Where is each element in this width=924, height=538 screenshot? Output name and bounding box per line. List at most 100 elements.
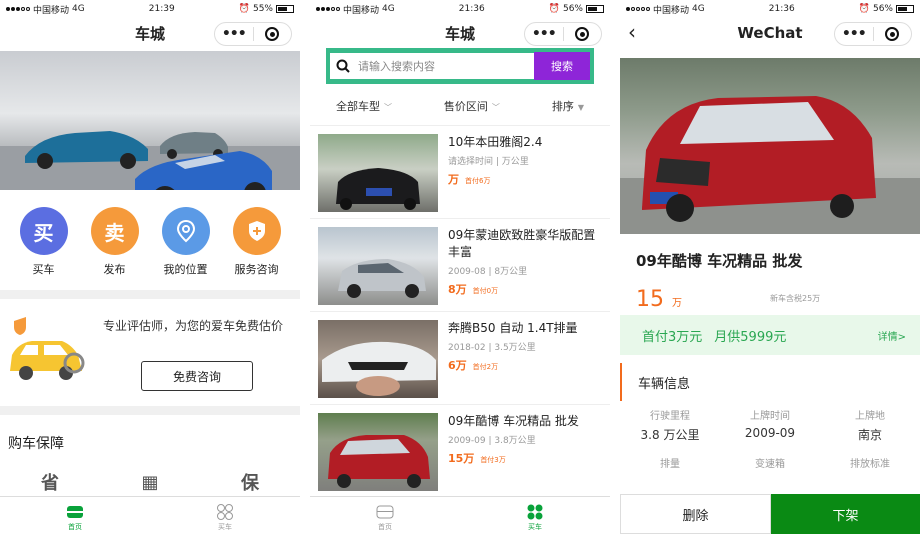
down-payment: 首付3万元 — [642, 329, 703, 345]
listing-price: 8万 — [448, 283, 467, 296]
car-detail-screen: 中国移动 4G 21:36 ⏰ 56% ‹ WeChat ••• 09年酷博 车… — [620, 0, 920, 538]
service-consult-button[interactable]: 服务咨询 — [227, 207, 287, 290]
price-unit: 万 — [672, 298, 682, 309]
banner-cars-image — [0, 131, 300, 190]
signal-icon — [626, 7, 650, 11]
battery-percent: 55% — [252, 4, 273, 14]
battery-icon — [275, 5, 294, 13]
spec-label: 上牌时间 — [750, 411, 790, 422]
home-tab-icon — [67, 505, 83, 518]
listing-title: 09年酷博 车况精品 批发 — [448, 414, 579, 428]
search-placeholder: 请输入搜索内容 — [358, 60, 435, 73]
listing-down-payment: 首付6万 — [465, 177, 491, 185]
list-item[interactable]: 奔腾B50 自动 1.4T排量 2018-02 | 3.5万公里 6万 首付2万 — [310, 312, 610, 405]
spec-label: 上牌地 — [855, 411, 885, 422]
listing-title: 10年本田雅阁2.4 — [448, 135, 543, 149]
my-location-button[interactable]: 我的位置 — [156, 207, 216, 290]
target-icon — [265, 27, 280, 41]
network-label: 4G — [72, 4, 85, 14]
target-icon — [575, 27, 590, 41]
hero-banner[interactable] — [0, 51, 300, 190]
battery-percent: 56% — [562, 4, 583, 14]
mini-program-capsule: ••• — [214, 22, 292, 46]
carrier-label: 中国移动 — [33, 5, 70, 16]
location-pin-icon — [161, 207, 210, 255]
more-menu-button[interactable]: ••• — [215, 26, 253, 42]
clock: 21:36 — [458, 4, 485, 14]
car-thumbnail — [318, 227, 438, 305]
more-menu-button[interactable]: ••• — [525, 26, 563, 42]
monthly-payment: 月供5999元 — [714, 329, 787, 345]
carrier-label: 中国移动 — [343, 5, 380, 16]
clover-tab-icon — [217, 503, 233, 520]
price-value: 15 — [636, 287, 664, 312]
close-mini-program-button[interactable] — [254, 27, 292, 41]
clock: 21:39 — [148, 4, 175, 14]
guarantee-icons: 省 ▦ 保 — [0, 453, 300, 499]
listing-down-payment: 首付0万 — [472, 287, 499, 295]
filter-car-type[interactable]: 全部车型 ﹀ — [336, 98, 392, 114]
tab-home-label: 首页 — [378, 522, 392, 531]
listing-price: 15万 — [448, 452, 475, 465]
search-input[interactable]: 请输入搜索内容 — [330, 53, 534, 79]
back-arrow-icon[interactable]: ‹ — [628, 20, 636, 44]
chevron-down-icon: ﹀ — [491, 102, 500, 112]
alarm-icon: ⏰ — [548, 4, 560, 14]
status-bar: 中国移动 4G 21:39 ⏰ 55% — [0, 0, 300, 18]
filter-sort[interactable]: 排序 ▼ — [552, 98, 584, 114]
my-location-label: 我的位置 — [163, 263, 208, 276]
spec-label: 排量 — [660, 459, 680, 470]
price-row: 15 万 新车含税25万 — [620, 271, 920, 315]
publish-button[interactable]: 卖 发布 — [85, 207, 145, 290]
listing-meta: 2009-09 | 3.8万公里 — [448, 436, 536, 446]
car-evaluation-illustration — [10, 317, 85, 380]
status-bar: 中国移动 4G 21:36 ⏰ 56% — [620, 0, 920, 18]
list-item[interactable]: 09年酷博 车况精品 批发 2009-09 | 3.8万公里 15万 首付3万 — [310, 405, 610, 498]
spec-label: 排放标准 — [850, 459, 890, 470]
spec-value: 3.8 万公里 — [640, 428, 700, 442]
delete-button[interactable]: 删除 — [620, 494, 771, 534]
spec-label: 变速箱 — [755, 459, 785, 470]
network-label: 4G — [382, 4, 395, 14]
tab-bar: 首页 买车 — [0, 496, 300, 538]
caret-down-icon: ▼ — [577, 102, 584, 112]
car-thumbnail — [318, 320, 438, 398]
close-mini-program-button[interactable] — [874, 27, 912, 41]
evaluation-text: 专业评估师，为您的爱车免费估价 — [103, 319, 284, 333]
buy-car-button[interactable]: 买 买车 — [14, 207, 74, 290]
buy-icon: 买 — [19, 207, 68, 255]
list-item[interactable]: 09年蒙迪欧致胜豪华版配置丰富 2009-08 | 8万公里 8万 首付0万 — [310, 219, 610, 312]
finance-details-link[interactable]: 详情> — [878, 328, 906, 343]
target-icon — [885, 27, 900, 41]
alarm-icon: ⏰ — [238, 4, 250, 14]
section-title: 购车保障 — [8, 436, 64, 452]
take-offline-button[interactable]: 下架 — [771, 494, 920, 534]
free-consult-button[interactable]: 免费咨询 — [141, 361, 253, 391]
nav-bar: 车城 ••• — [0, 18, 300, 48]
list-item[interactable]: 10年本田雅阁2.4 请选择时间 | 万公里 万首付6万 — [310, 126, 610, 219]
new-car-price: 新车含税25万 — [770, 294, 821, 303]
page-title: 车城 — [444, 24, 475, 43]
car-photo[interactable] — [620, 58, 920, 234]
close-mini-program-button[interactable] — [564, 27, 602, 41]
search-button[interactable]: 搜索 — [534, 52, 590, 80]
spec-label: 行驶里程 — [650, 411, 690, 422]
filter-price-range[interactable]: 售价区间 ﹀ — [444, 98, 500, 114]
quick-actions: 买 买车 卖 发布 我的位置 服务咨询 — [0, 190, 300, 290]
listing-meta: 2018-02 | 3.5万公里 — [448, 343, 536, 353]
network-label: 4G — [692, 4, 705, 14]
receipt-icon: ▦ — [141, 471, 159, 493]
battery-icon — [585, 5, 604, 13]
battery-icon — [895, 5, 914, 13]
tab-buy[interactable]: 买车 — [460, 497, 610, 538]
listing-price: 万 — [448, 173, 459, 186]
spec-grid: 行驶里程 上牌时间 上牌地 3.8 万公里 2009-09 南京 排量 变速箱 … — [620, 401, 920, 470]
tab-buy-label: 买车 — [218, 522, 232, 531]
filter-bar: 全部车型 ﹀ 售价区间 ﹀ 排序 ▼ — [310, 86, 610, 126]
tab-home[interactable]: 首页 — [310, 497, 460, 538]
tab-buy[interactable]: 买车 — [150, 497, 300, 538]
tab-home[interactable]: 首页 — [0, 497, 150, 538]
buy-car-label: 买车 — [32, 263, 55, 276]
clover-tab-icon — [527, 504, 543, 519]
more-menu-button[interactable]: ••• — [835, 26, 873, 42]
